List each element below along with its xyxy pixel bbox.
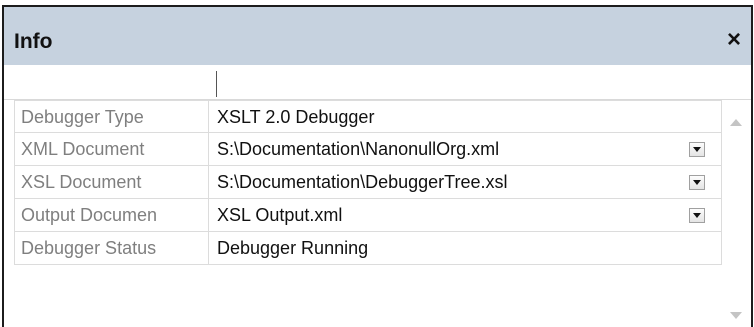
property-value-text: Debugger Running bbox=[217, 238, 369, 258]
column-resize-handle[interactable] bbox=[216, 71, 217, 97]
property-label: XSL Document bbox=[14, 166, 208, 198]
close-icon[interactable]: × bbox=[723, 27, 745, 53]
property-value-text: XSL Output.xml bbox=[217, 205, 343, 225]
panel-titlebar: Info × bbox=[4, 7, 751, 65]
property-value: S:\Documentation\DebuggerTree.xsl bbox=[208, 166, 722, 198]
property-value: Debugger Running bbox=[208, 232, 722, 264]
property-label: Output Documen bbox=[14, 199, 208, 231]
vertical-scrollbar[interactable] bbox=[724, 102, 749, 327]
property-value: XSLT 2.0 Debugger bbox=[208, 101, 722, 133]
property-row-xsl-document[interactable]: XSL Document S:\Documentation\DebuggerTr… bbox=[14, 166, 722, 199]
dropdown-arrow-icon[interactable] bbox=[689, 208, 705, 223]
property-row-debugger-type[interactable]: Debugger Type XSLT 2.0 Debugger bbox=[14, 100, 722, 133]
grid-header-row bbox=[4, 65, 751, 100]
property-label: Debugger Status bbox=[14, 232, 208, 264]
property-label: Debugger Type bbox=[14, 101, 208, 133]
property-grid: Debugger Type XSLT 2.0 Debugger XML Docu… bbox=[14, 100, 722, 265]
property-value: XSL Output.xml bbox=[208, 199, 722, 231]
property-row-debugger-status[interactable]: Debugger Status Debugger Running bbox=[14, 232, 722, 265]
dropdown-arrow-icon[interactable] bbox=[689, 175, 705, 190]
property-value-text: XSLT 2.0 Debugger bbox=[217, 107, 375, 127]
scroll-down-arrow-icon[interactable] bbox=[730, 312, 742, 319]
property-value-text: S:\Documentation\NanonullOrg.xml bbox=[217, 139, 500, 159]
scroll-up-arrow-icon[interactable] bbox=[730, 119, 742, 126]
property-value-text: S:\Documentation\DebuggerTree.xsl bbox=[217, 172, 508, 192]
panel-title: Info bbox=[14, 30, 53, 53]
property-row-xml-document[interactable]: XML Document S:\Documentation\NanonullOr… bbox=[14, 133, 722, 166]
info-panel: Info × Debugger Type XSLT 2.0 Debugger X… bbox=[2, 5, 753, 327]
property-value: S:\Documentation\NanonullOrg.xml bbox=[208, 133, 722, 165]
dropdown-arrow-icon[interactable] bbox=[689, 142, 705, 157]
property-label: XML Document bbox=[14, 133, 208, 165]
property-row-output-document[interactable]: Output Documen XSL Output.xml bbox=[14, 199, 722, 232]
